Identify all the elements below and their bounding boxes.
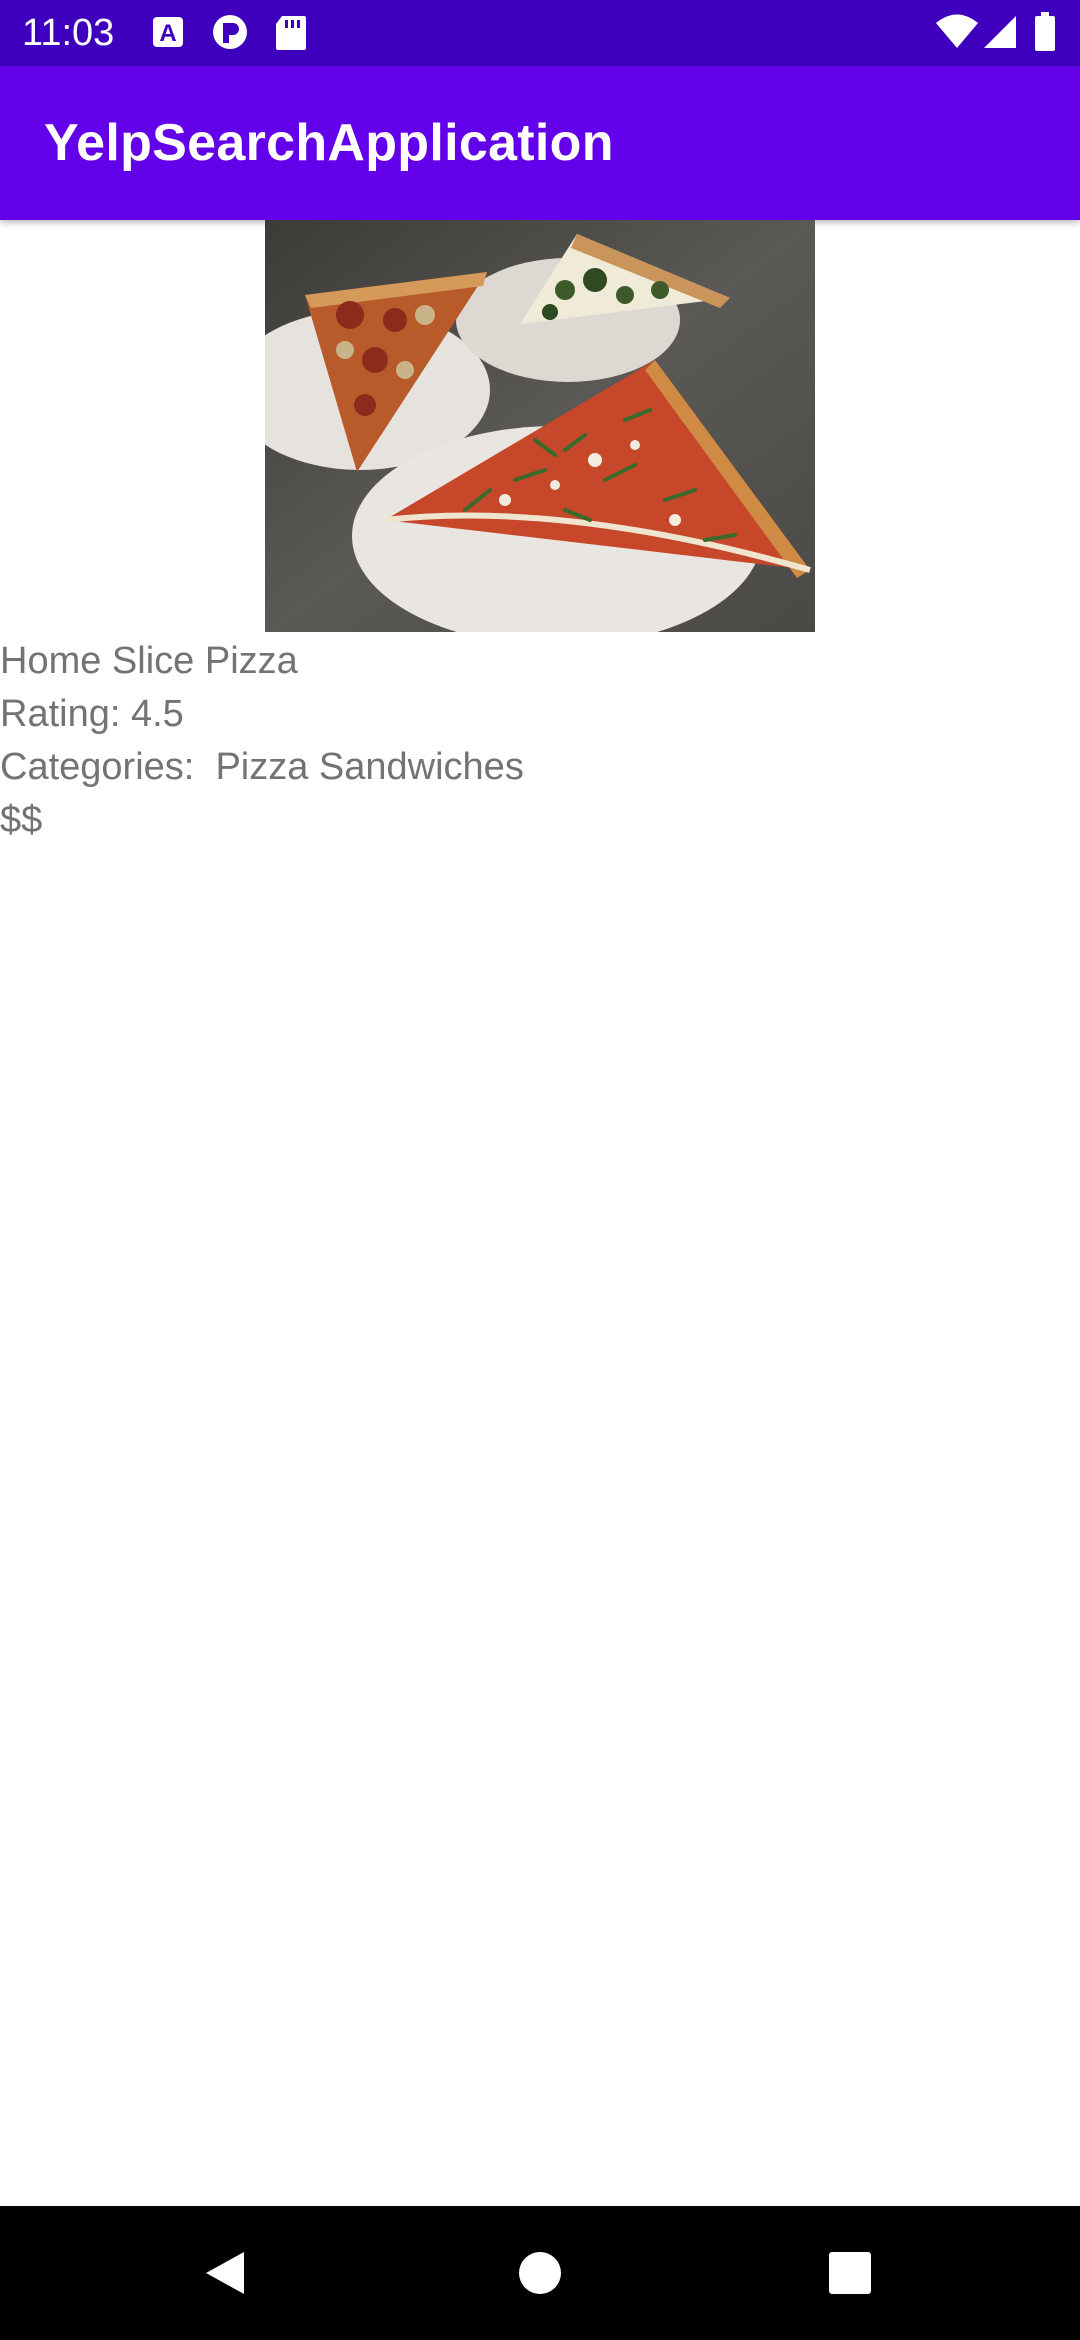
app-bar: YelpSearchApplication (0, 66, 1080, 220)
business-image (265, 220, 815, 632)
back-icon[interactable] (190, 2238, 260, 2308)
font-a-icon: A (150, 14, 186, 55)
business-categories: Categories: Pizza Sandwiches (0, 746, 524, 788)
svg-text:A: A (159, 20, 176, 47)
home-icon[interactable] (505, 2238, 575, 2308)
wifi-icon (935, 14, 979, 55)
recents-icon[interactable] (815, 2238, 885, 2308)
business-name: Home Slice Pizza (0, 640, 298, 682)
app-title: YelpSearchApplication (44, 114, 614, 172)
signal-icon (982, 14, 1018, 55)
business-rating: Rating: 4.5 (0, 693, 184, 735)
sd-card-icon (274, 14, 308, 57)
status-time: 11:03 (22, 12, 115, 54)
radio-r-icon (210, 14, 250, 59)
status-bar: 11:03 A (0, 0, 1080, 66)
nav-bar (0, 2206, 1080, 2340)
screen: 11:03 A YelpSearchApplication Home Slice… (0, 0, 1080, 2340)
business-price: $$ (0, 799, 43, 841)
battery-icon (1034, 12, 1056, 57)
